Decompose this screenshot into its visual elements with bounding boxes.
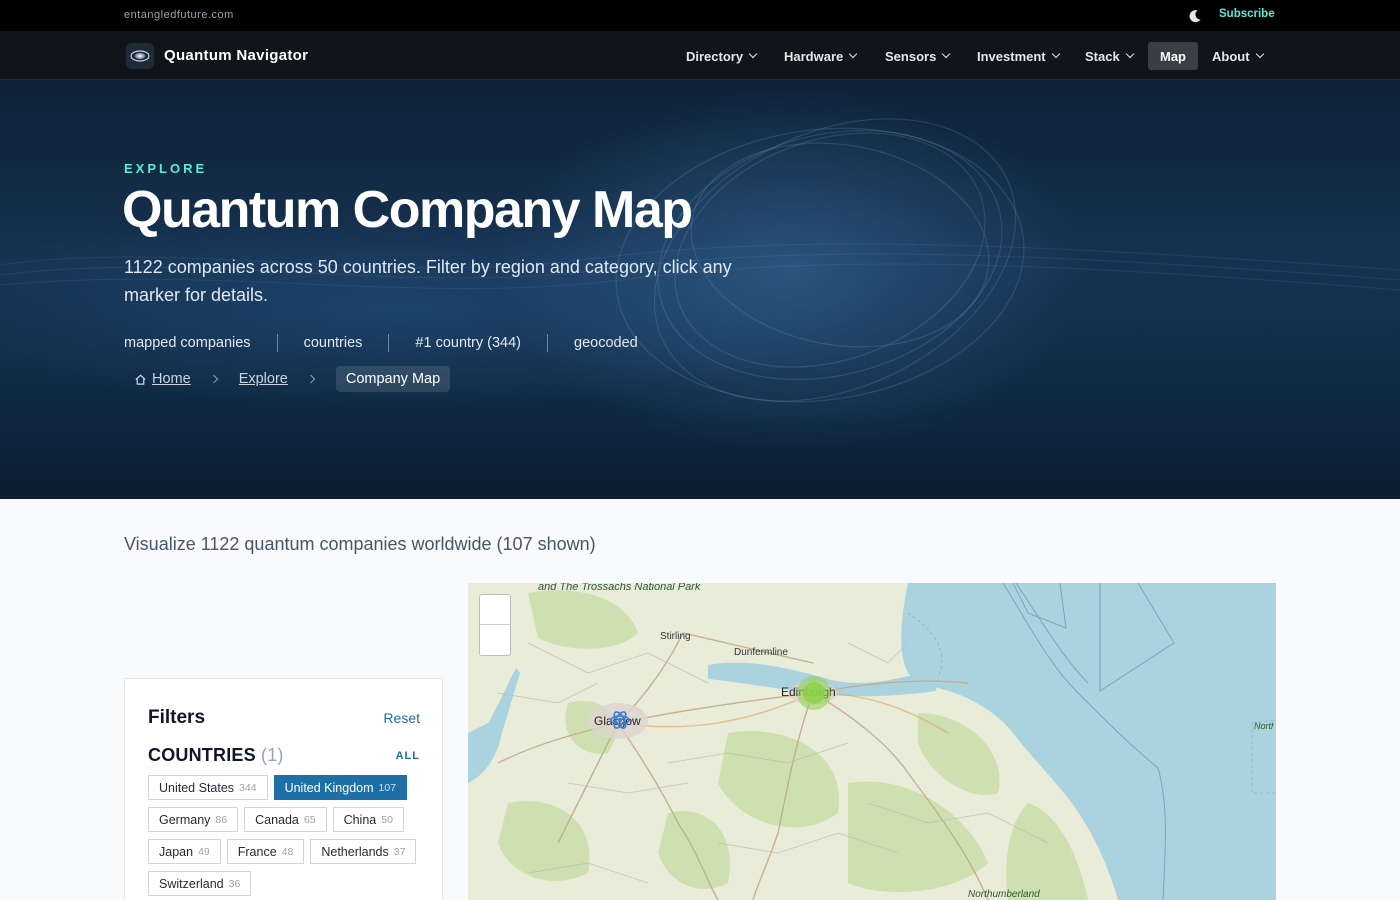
- country-chip-china[interactable]: China 50: [332, 807, 404, 832]
- country-chip-switzerland[interactable]: Switzerland 36: [148, 871, 252, 896]
- chevron-right-icon: [306, 374, 316, 384]
- country-chip-germany[interactable]: Germany 86: [148, 807, 239, 832]
- brand-name[interactable]: Quantum Navigator: [164, 47, 308, 64]
- stat-mapped-companies: mapped companies: [124, 335, 251, 351]
- country-chip-count: 36: [228, 877, 241, 890]
- nav-label: Investment: [977, 48, 1046, 64]
- chevron-down-icon: [849, 49, 858, 59]
- filters-panel: Filters Reset COUNTRIES (1) ALL United S…: [124, 678, 443, 900]
- country-chip-label: Japan: [159, 844, 194, 859]
- chevron-down-icon: [748, 49, 758, 59]
- nav-map[interactable]: Map: [1148, 42, 1198, 70]
- company-map[interactable]: and The Trossachs National Park Stirling…: [468, 583, 1276, 900]
- country-chip-canada[interactable]: Canada 65: [244, 807, 327, 832]
- select-all-countries-button[interactable]: ALL: [396, 750, 420, 762]
- nav-investment[interactable]: Investment: [977, 42, 1060, 70]
- breadcrumb-home[interactable]: Home: [152, 371, 191, 387]
- hero-eyebrow: EXPLORE: [124, 161, 208, 176]
- country-chip-count: 50: [381, 813, 393, 826]
- countries-label: COUNTRIES: [148, 745, 256, 765]
- map-label-northumberland: Northumberland: [968, 889, 1040, 900]
- map-marker-glasgow[interactable]: [609, 709, 631, 731]
- country-chip-label: Switzerland: [159, 876, 224, 891]
- nav-label: About: [1212, 48, 1250, 64]
- country-chip-count: 37: [393, 845, 406, 858]
- hero-stats: mapped companies countries #1 country (3…: [124, 334, 638, 352]
- stat-divider: [547, 334, 548, 352]
- map-subtitle: Visualize 1122 quantum companies worldwi…: [124, 534, 596, 554]
- country-chip-label: France: [237, 844, 277, 859]
- home-icon: [135, 374, 146, 385]
- filters-title: Filters: [148, 707, 206, 728]
- country-chips: United States 344 United Kingdom 107 Germany…: [148, 775, 438, 896]
- map-tiles[interactable]: [468, 583, 1276, 900]
- stat-countries: countries: [303, 335, 363, 351]
- nav-sensors[interactable]: Sensors: [885, 42, 951, 70]
- country-chip-label: Germany: [159, 812, 211, 827]
- zoom-controls: [479, 594, 511, 656]
- zoom-in-button[interactable]: [480, 595, 510, 625]
- map-label-stirling: Stirling: [660, 631, 691, 642]
- chevron-down-icon: [1051, 49, 1060, 59]
- site-domain: entangledfuture.com: [124, 9, 234, 21]
- subscribe-link[interactable]: Subscribe: [1219, 8, 1275, 20]
- countries-selected-count: (1): [261, 745, 284, 765]
- country-chip-netherlands[interactable]: Netherlands 37: [310, 839, 417, 864]
- stat-divider: [276, 334, 278, 352]
- moon-icon[interactable]: [1187, 8, 1203, 24]
- country-chip-count: 107: [378, 781, 397, 794]
- stat-top-country: #1 country (344): [415, 335, 521, 351]
- chevron-down-icon: [942, 49, 951, 59]
- reset-filters-button[interactable]: Reset: [383, 710, 420, 726]
- country-chip-label: Netherlands: [321, 844, 389, 859]
- country-chip-label: China: [343, 812, 377, 827]
- country-chip-france[interactable]: France 48: [226, 839, 305, 864]
- atom-marker-icon: [610, 711, 630, 729]
- nav-label: Map: [1160, 48, 1186, 64]
- nav-about[interactable]: About: [1212, 42, 1264, 70]
- nav-label: Stack: [1085, 48, 1120, 64]
- country-chip-count: 48: [281, 845, 294, 858]
- stat-divider: [388, 334, 390, 352]
- country-chip-united-kingdom[interactable]: United Kingdom 107: [273, 775, 408, 800]
- nav-stack[interactable]: Stack: [1085, 42, 1134, 70]
- country-chip-label: United Kingdom: [284, 780, 374, 795]
- country-chip-count: 344: [239, 781, 257, 794]
- country-chip-count: 65: [303, 813, 316, 826]
- nav-directory[interactable]: Directory: [686, 42, 758, 70]
- nav-label: Hardware: [784, 48, 844, 64]
- country-chip-label: Canada: [255, 812, 299, 827]
- country-chip-japan[interactable]: Japan 49: [148, 839, 221, 864]
- country-chip-count: 86: [215, 813, 228, 826]
- page-title: Quantum Company Map: [122, 181, 693, 239]
- country-chip-count: 49: [198, 845, 210, 858]
- breadcrumb: Home Explore Company Map: [124, 366, 451, 392]
- countries-heading: COUNTRIES (1): [148, 745, 284, 766]
- nav-hardware[interactable]: Hardware: [784, 42, 858, 70]
- breadcrumb-explore[interactable]: Explore: [239, 371, 288, 387]
- nav-label: Directory: [686, 48, 744, 64]
- utility-bar: entangledfuture.com Subscribe: [0, 0, 1400, 31]
- hero-section: EXPLORE Quantum Company Map 1122 compani…: [0, 80, 1400, 499]
- country-chip-label: United States: [159, 780, 235, 795]
- zoom-out-button[interactable]: [480, 625, 510, 655]
- chevron-right-icon: [209, 374, 218, 384]
- main-navbar: Quantum Navigator Directory Hardware Sen…: [0, 31, 1400, 80]
- map-marker-cluster-edinburgh[interactable]: [797, 676, 831, 710]
- chevron-down-icon: [1255, 49, 1264, 59]
- breadcrumb-current: Company Map: [335, 366, 451, 392]
- cluster-core: [803, 682, 825, 704]
- chevron-down-icon: [1125, 49, 1134, 59]
- atom-logo-icon[interactable]: [126, 43, 154, 69]
- country-chip-united-states[interactable]: United States 344: [148, 775, 268, 800]
- nav-label: Sensors: [885, 48, 937, 64]
- map-label-dunfermline: Dunfermline: [734, 647, 788, 658]
- map-label-north-sea-area: North of F Deep Pro M A: [1254, 721, 1274, 731]
- stat-geocoded: geocoded: [574, 335, 638, 351]
- hero-description: 1122 companies across 50 countries. Filt…: [124, 257, 732, 305]
- map-label-trossachs: and The Trossachs National Park: [538, 583, 701, 593]
